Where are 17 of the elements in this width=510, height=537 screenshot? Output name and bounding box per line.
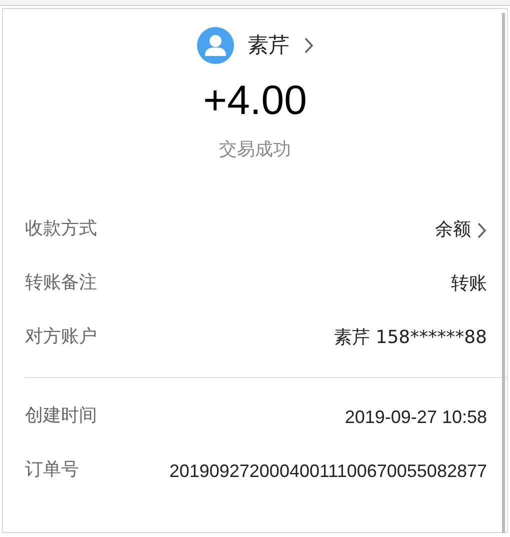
- chevron-right-icon[interactable]: [304, 37, 314, 54]
- field-label: 创建时间: [25, 404, 97, 428]
- chevron-right-icon[interactable]: [477, 222, 487, 238]
- field-value: 20190927200040011100670055082877: [169, 460, 487, 483]
- field-value: 2019-09-27 10:58: [344, 406, 487, 429]
- field-value: 余额: [435, 218, 471, 242]
- avatar-icon: [196, 27, 234, 64]
- field-label: 收款方式: [25, 217, 97, 241]
- contact-name[interactable]: 素芹: [248, 30, 290, 62]
- status-text: 交易成功: [219, 138, 291, 162]
- amount: +4.00: [203, 76, 307, 125]
- field-label: 对方账户: [25, 325, 97, 349]
- field-value: 素芹 158******88: [334, 326, 487, 350]
- field-value: 转账: [451, 272, 487, 296]
- field-label: 转账备注: [25, 271, 97, 295]
- field-label: 订单号: [25, 458, 79, 482]
- scrollbar[interactable]: [502, 13, 505, 533]
